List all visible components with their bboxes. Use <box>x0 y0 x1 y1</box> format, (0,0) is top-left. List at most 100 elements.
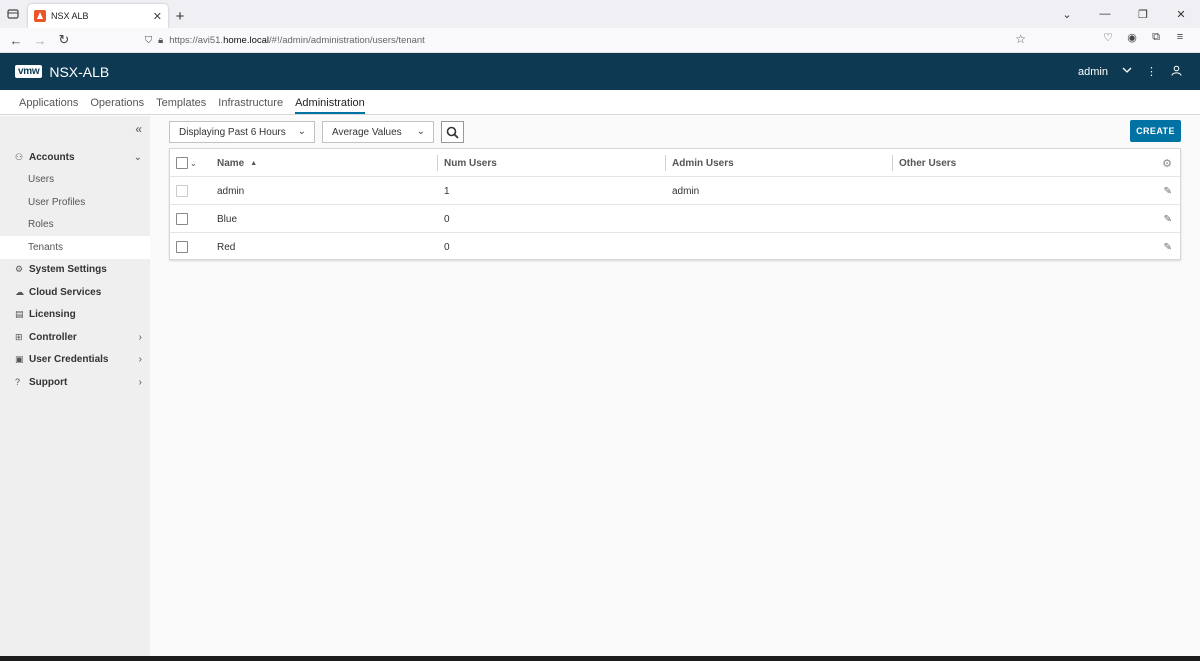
user-profile-icon[interactable] <box>1171 65 1182 79</box>
forward-icon[interactable]: → <box>30 30 50 50</box>
sidebar-item-label: Cloud Services <box>29 286 102 298</box>
sidebar-item-tenants[interactable]: Tenants <box>0 236 150 259</box>
browser-toolbar-right: ♡ ◉ ⧉ ≡ <box>1096 31 1192 44</box>
column-header-admin-users[interactable]: Admin Users <box>672 149 734 177</box>
sidebar-item-label: Support <box>29 376 68 388</box>
sidebar-item-controller[interactable]: ⊞ Controller › <box>0 326 150 349</box>
table-row[interactable]: Blue 0 ✎ <box>170 205 1180 233</box>
tenants-table: ⌄ Name ▲ Num Users Admin Users Other Use… <box>169 148 1181 260</box>
pocket-icon[interactable]: ♡ <box>1096 31 1120 44</box>
tab-list-icon <box>7 9 19 19</box>
window-controls: ⌄ — ❐ ✕ <box>1048 0 1200 28</box>
users-icon: ⚇ <box>15 151 24 162</box>
chevron-right-icon: › <box>138 376 142 388</box>
os-taskbar <box>0 656 1200 661</box>
close-tab-icon[interactable]: ✕ <box>153 10 162 23</box>
time-range-value: Displaying Past 6 Hours <box>179 126 286 138</box>
minimize-icon[interactable]: — <box>1086 8 1124 20</box>
chevron-down-icon[interactable]: ⌄ <box>190 159 197 168</box>
edit-button[interactable]: ✎ <box>1164 177 1172 205</box>
row-checkbox[interactable] <box>176 213 188 225</box>
more-vertical-icon[interactable]: ⋮ <box>1146 65 1157 78</box>
cell-admin-users: admin <box>672 185 700 197</box>
sidebar-item-label: Controller <box>29 331 77 343</box>
new-tab-button[interactable]: + <box>168 4 192 28</box>
nav-applications[interactable]: Applications <box>19 97 78 114</box>
user-chevron-down-icon[interactable] <box>1122 65 1132 78</box>
row-checkbox[interactable] <box>176 241 188 253</box>
sidebar-item-user-credentials[interactable]: ▣ User Credentials › <box>0 349 150 372</box>
sidebar-item-support[interactable]: ? Support › <box>0 371 150 394</box>
cloud-icon: ☁ <box>15 286 24 297</box>
close-window-icon[interactable]: ✕ <box>1162 8 1200 21</box>
sort-ascending-icon: ▲ <box>250 159 258 167</box>
nav-administration[interactable]: Administration <box>295 97 365 114</box>
back-icon[interactable]: ← <box>6 30 26 50</box>
sidebar-item-users[interactable]: Users <box>0 169 150 192</box>
sidebar-item-roles[interactable]: Roles <box>0 214 150 237</box>
shield-icon: ⛉ <box>145 35 153 46</box>
chevron-down-icon: ⌄ <box>297 126 306 137</box>
row-checkbox-cell <box>176 233 188 261</box>
create-button[interactable]: CREATE <box>1130 120 1181 142</box>
address-bar[interactable]: ⛉ 🔒︎ https://avi51. home.local/#!/admin/a… <box>145 31 1030 50</box>
extensions-icon[interactable]: ⧉ <box>1144 31 1168 44</box>
tab-overflow-chevron-icon[interactable]: ⌄ <box>1048 8 1086 21</box>
vmware-logo: vmw <box>15 65 43 78</box>
main-content: Displaying Past 6 Hours ⌄ Average Values… <box>150 116 1200 661</box>
edit-button[interactable]: ✎ <box>1164 233 1172 261</box>
gear-icon[interactable]: ⚙ <box>1162 157 1172 170</box>
settings-icon: ⚙ <box>15 264 24 275</box>
nsx-favicon-icon <box>34 10 46 22</box>
chevron-right-icon: › <box>138 331 142 343</box>
restore-icon[interactable]: ❐ <box>1124 8 1162 21</box>
chevron-right-icon: › <box>138 354 142 366</box>
column-header-label: Admin Users <box>672 157 734 169</box>
column-divider <box>437 155 438 171</box>
user-name[interactable]: admin <box>1078 66 1108 78</box>
search-icon <box>446 126 459 139</box>
column-divider <box>892 155 893 171</box>
sidebar-item-cloud-services[interactable]: ☁ Cloud Services <box>0 281 150 304</box>
nav-infrastructure[interactable]: Infrastructure <box>218 97 283 114</box>
url-path: /#!/admin/administration/users/tenant <box>269 35 425 46</box>
controller-icon: ⊞ <box>15 331 23 342</box>
tab-list-button[interactable] <box>0 0 26 28</box>
sidebar-item-user-profiles[interactable]: User Profiles <box>0 191 150 214</box>
time-range-select[interactable]: Displaying Past 6 Hours ⌄ <box>169 121 315 143</box>
table-row[interactable]: admin 1 admin ✎ <box>170 177 1180 205</box>
cell-name: admin <box>217 185 245 197</box>
collapse-sidebar-icon[interactable]: « <box>135 122 142 136</box>
account-icon[interactable]: ◉ <box>1120 31 1144 44</box>
sidebar-item-label: System Settings <box>29 264 107 276</box>
edit-button[interactable]: ✎ <box>1164 205 1172 233</box>
value-mode-select[interactable]: Average Values ⌄ <box>322 121 434 143</box>
row-checkbox-cell <box>176 205 188 233</box>
column-header-num-users[interactable]: Num Users <box>444 149 497 177</box>
column-header-label: Other Users <box>899 157 957 169</box>
pencil-icon: ✎ <box>1163 241 1172 253</box>
reload-icon[interactable]: ↻ <box>54 30 74 50</box>
table-row[interactable]: Red 0 ✎ <box>170 233 1180 261</box>
app-header: vmw NSX-ALB admin ⋮ <box>0 53 1200 90</box>
url-prefix: https://avi51. <box>169 35 224 46</box>
license-icon: ▤ <box>15 309 24 320</box>
sidebar-item-accounts[interactable]: ⚇ Accounts ⌄ <box>0 146 150 169</box>
nav-templates[interactable]: Templates <box>156 97 206 114</box>
column-header-other-users[interactable]: Other Users <box>899 149 956 177</box>
nav-operations[interactable]: Operations <box>90 97 144 114</box>
column-header-name[interactable]: Name ▲ <box>217 149 257 177</box>
credentials-icon: ▣ <box>15 354 24 365</box>
select-all-checkbox[interactable] <box>176 157 188 169</box>
browser-tabbar: NSX ALB ✕ + ⌄ — ❐ ✕ <box>0 0 1200 28</box>
sidebar-item-label: Tenants <box>28 241 64 253</box>
sidebar-item-licensing[interactable]: ▤ Licensing <box>0 304 150 327</box>
table-settings[interactable]: ⚙ <box>1162 149 1172 177</box>
menu-icon[interactable]: ≡ <box>1168 31 1192 44</box>
browser-navbar: ← → ↻ ⛉ 🔒︎ https://avi51. home.local/#!/a… <box>0 28 1200 53</box>
search-button[interactable] <box>441 121 464 143</box>
bookmark-star-icon[interactable]: ☆ <box>1015 32 1026 46</box>
browser-tab[interactable]: NSX ALB ✕ <box>28 4 168 28</box>
sidebar-item-system-settings[interactable]: ⚙ System Settings <box>0 259 150 282</box>
select-all-control[interactable]: ⌄ <box>176 149 197 177</box>
